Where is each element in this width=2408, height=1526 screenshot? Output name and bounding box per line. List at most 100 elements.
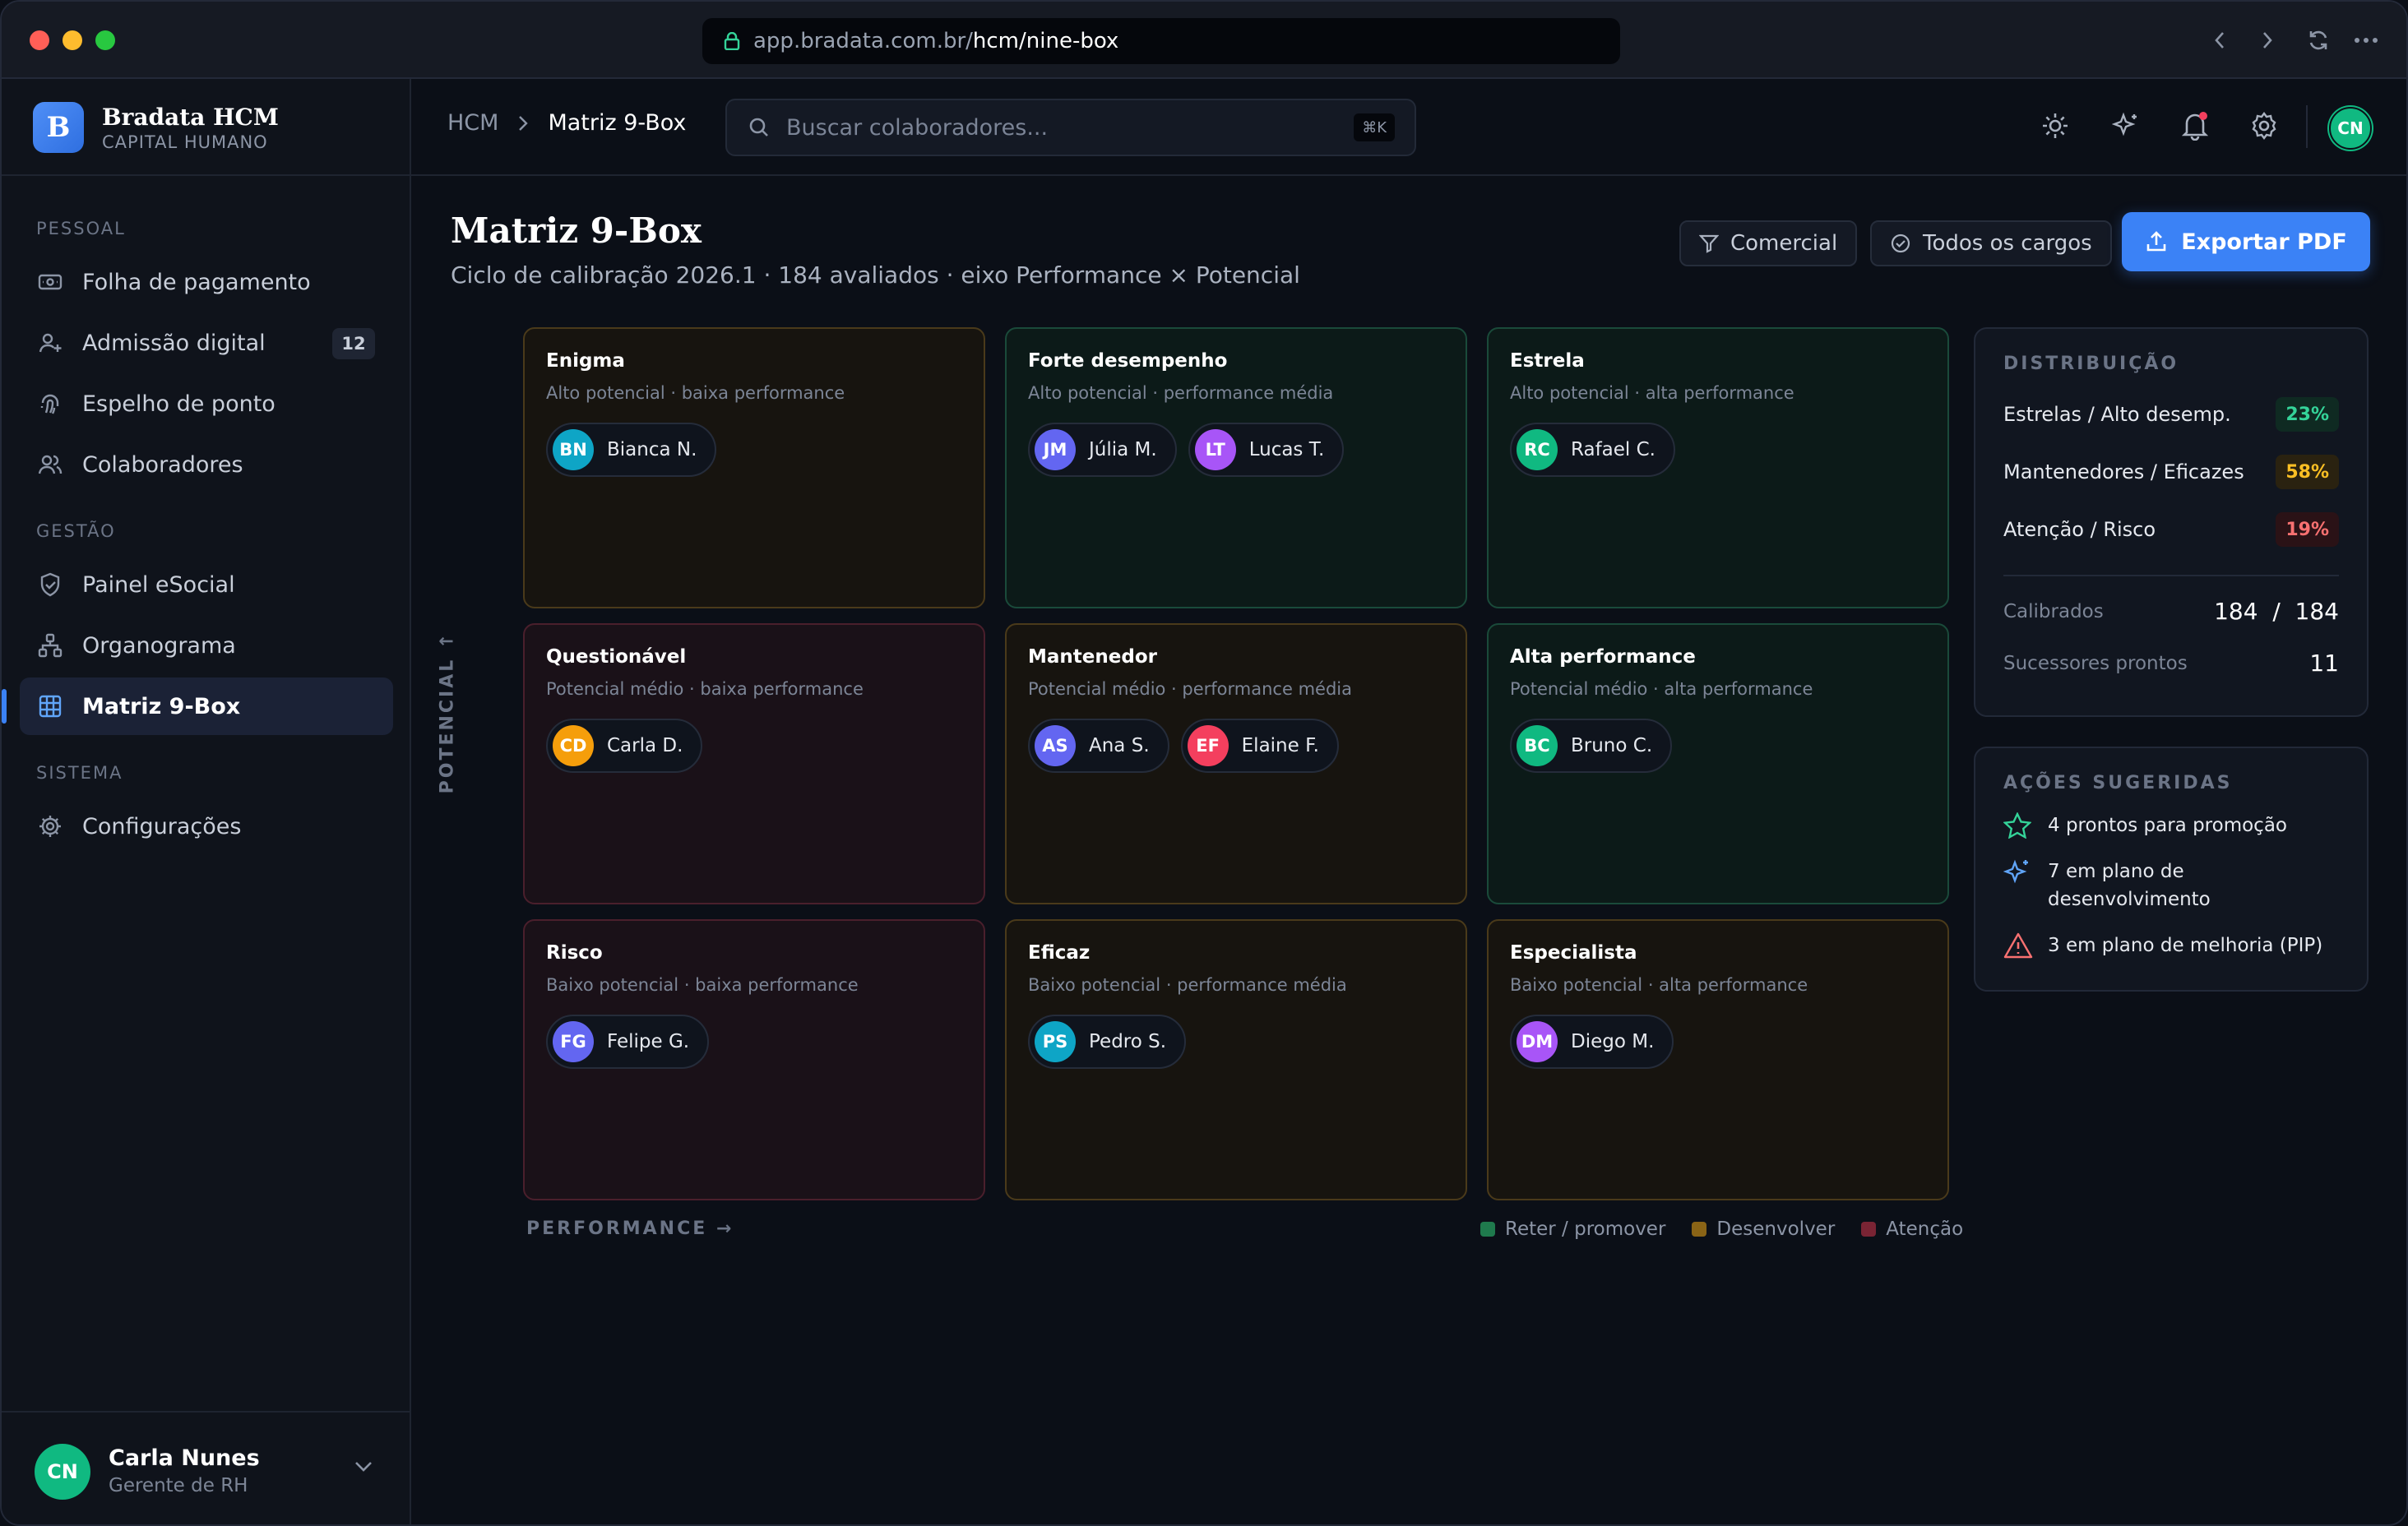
search-icon xyxy=(748,117,770,138)
person-chip[interactable]: DM Diego M. xyxy=(1510,1015,1674,1069)
user-menu[interactable]: CN Carla Nunes Gerente de RH xyxy=(2,1411,410,1524)
sidebar-item-matriz[interactable]: Matriz 9-Box xyxy=(2,677,393,735)
people-list: CD Carla D. xyxy=(546,719,962,773)
nine-box-cell[interactable]: Mantenedor Potencial médio · performance … xyxy=(1005,623,1467,904)
person-chip[interactable]: LT Lucas T. xyxy=(1188,423,1345,477)
person-chip[interactable]: RC Rafael C. xyxy=(1510,423,1675,477)
shortcut-badge: ⌘K xyxy=(1354,113,1395,141)
address-bar[interactable]: app.bradata.com.br/hcm/nine-box xyxy=(702,18,1620,64)
person-name: Rafael C. xyxy=(1571,439,1656,460)
export-pdf-button[interactable]: Exportar PDF xyxy=(2122,212,2370,271)
settings-icon[interactable] xyxy=(2245,107,2283,145)
nine-box-cell[interactable]: Risco Baixo potencial · baixa performance… xyxy=(523,919,985,1200)
people-list: RC Rafael C. xyxy=(1510,423,1926,477)
avatar: JM xyxy=(1035,429,1076,470)
brand-tagline: CAPITAL HUMANO xyxy=(102,132,268,152)
nine-box-cell[interactable]: Estrela Alto potencial · alta performance… xyxy=(1487,327,1949,608)
person-chip[interactable]: PS Pedro S. xyxy=(1028,1015,1187,1069)
minimize-window-button[interactable] xyxy=(63,30,82,50)
person-chip[interactable]: EF Elaine F. xyxy=(1180,719,1339,773)
stat-row: Sucessores prontos 11 xyxy=(2003,650,2339,677)
cell-title: Questionável xyxy=(546,646,687,668)
action-item[interactable]: 7 em plano de desenvolvimento xyxy=(2003,858,2339,913)
x-axis-label: PERFORMANCE → xyxy=(526,1218,734,1239)
sparkle-icon[interactable] xyxy=(2107,107,2145,145)
avatar: DM xyxy=(1517,1021,1558,1062)
action-item[interactable]: 4 prontos para promoção xyxy=(2003,812,2339,839)
warning-icon xyxy=(2003,932,2036,960)
nine-box-cell[interactable]: Alta performance Potencial médio · alta p… xyxy=(1487,623,1949,904)
person-chip[interactable]: BN Bianca N. xyxy=(546,423,717,477)
theme-icon[interactable] xyxy=(2036,107,2074,145)
avatar: RC xyxy=(1517,429,1558,470)
cell-title: Alta performance xyxy=(1510,646,1696,668)
sidebar-item-folha[interactable]: Folha de pagamento xyxy=(20,253,393,311)
distribution-panel: DISTRIBUIÇÃO Estrelas / Alto desemp. 23% … xyxy=(1974,327,2369,717)
nine-box-cell[interactable]: Questionável Potencial médio · baixa perf… xyxy=(523,623,985,904)
sidebar-item-label: Matriz 9-Box xyxy=(82,693,241,719)
back-icon[interactable] xyxy=(2206,26,2234,54)
nine-box-cell[interactable]: Enigma Alto potencial · baixa performance… xyxy=(523,327,985,608)
breadcrumb-current: Matriz 9-Box xyxy=(548,110,687,136)
avatar: BN xyxy=(553,429,594,470)
department-filter-button[interactable]: Comercial xyxy=(1679,220,1858,266)
avatar[interactable]: CN xyxy=(2329,107,2372,150)
legend-label: Reter / promover xyxy=(1505,1218,1666,1240)
stat-label: Calibrados xyxy=(2003,600,2104,622)
more-icon[interactable] xyxy=(2352,26,2380,54)
sidebar-item-esocial[interactable]: Painel eSocial xyxy=(20,556,393,613)
filter-icon xyxy=(1699,234,1719,253)
panel-title: AÇÕES SUGERIDAS xyxy=(2003,773,2233,793)
breadcrumb-item[interactable]: HCM xyxy=(447,110,498,136)
stat-value: 11 xyxy=(2309,650,2339,677)
avatar: PS xyxy=(1035,1021,1076,1062)
role-filter-button[interactable]: Todos os cargos xyxy=(1870,220,2112,266)
person-name: Bruno C. xyxy=(1571,735,1653,756)
legend-item: Desenvolver xyxy=(1692,1218,1835,1240)
bell-icon[interactable] xyxy=(2176,107,2214,145)
sidebar-item-label: Folha de pagamento xyxy=(82,269,311,295)
distribution-row: Atenção / Risco 19% xyxy=(2003,512,2339,547)
sidebar-item-colaboradores[interactable]: Colaboradores xyxy=(20,436,393,493)
legend: Reter / promover Desenvolver Atenção xyxy=(1454,1218,1963,1240)
person-name: Elaine F. xyxy=(1241,735,1319,756)
person-chip[interactable]: AS Ana S. xyxy=(1028,719,1169,773)
check-circle-icon xyxy=(1890,233,1911,254)
person-chip[interactable]: CD Carla D. xyxy=(546,719,703,773)
user-plus-icon xyxy=(36,329,64,357)
reload-icon[interactable] xyxy=(2304,26,2332,54)
person-chip[interactable]: FG Felipe G. xyxy=(546,1015,710,1069)
cell-title: Risco xyxy=(546,942,603,964)
panel-title: DISTRIBUIÇÃO xyxy=(2003,354,2179,374)
sidebar-item-configuracoes[interactable]: Configurações xyxy=(20,798,393,855)
people-list: PS Pedro S. xyxy=(1028,1015,1444,1069)
people-list: AS Ana S. EF Elaine F. xyxy=(1028,719,1444,773)
nine-box-cell[interactable]: Forte desempenho Alto potencial · perform… xyxy=(1005,327,1467,608)
close-window-button[interactable] xyxy=(30,30,49,50)
nine-box-cell[interactable]: Especialista Baixo potencial · alta perfo… xyxy=(1487,919,1949,1200)
person-chip[interactable]: JM Júlia M. xyxy=(1028,423,1177,477)
sidebar-item-espelho[interactable]: Espelho de ponto xyxy=(20,375,393,432)
distribution-label: Estrelas / Alto desemp. xyxy=(2003,403,2231,426)
maximize-window-button[interactable] xyxy=(95,30,115,50)
gear-icon xyxy=(36,812,64,840)
chevron-down-icon[interactable] xyxy=(354,1460,373,1477)
cell-title: Forte desempenho xyxy=(1028,350,1228,372)
cell-title: Enigma xyxy=(546,350,625,372)
sidebar-item-admissao[interactable]: Admissão digital 12 xyxy=(20,314,393,372)
avatar: LT xyxy=(1194,429,1236,470)
forward-icon[interactable] xyxy=(2253,26,2281,54)
sidebar-item-organograma[interactable]: Organograma xyxy=(20,617,393,674)
legend-swatch xyxy=(1692,1222,1707,1237)
cell-description: Baixo potencial · baixa performance xyxy=(546,975,859,995)
section-label-pessoal: PESSOAL xyxy=(36,219,126,238)
action-item[interactable]: 3 em plano de melhoria (PIP) xyxy=(2003,932,2339,960)
person-chip[interactable]: BC Bruno C. xyxy=(1510,719,1673,773)
page-title: Matriz 9-Box xyxy=(451,210,702,251)
cell-title: Especialista xyxy=(1510,942,1637,964)
person-name: Carla D. xyxy=(607,735,683,756)
search-input[interactable]: Buscar colaboradores... ⌘K xyxy=(725,99,1416,156)
nine-box-cell[interactable]: Eficaz Baixo potencial · performance médi… xyxy=(1005,919,1467,1200)
stat-row: Calibrados 184 / 184 xyxy=(2003,598,2339,625)
section-label-sistema: SISTEMA xyxy=(36,763,123,783)
